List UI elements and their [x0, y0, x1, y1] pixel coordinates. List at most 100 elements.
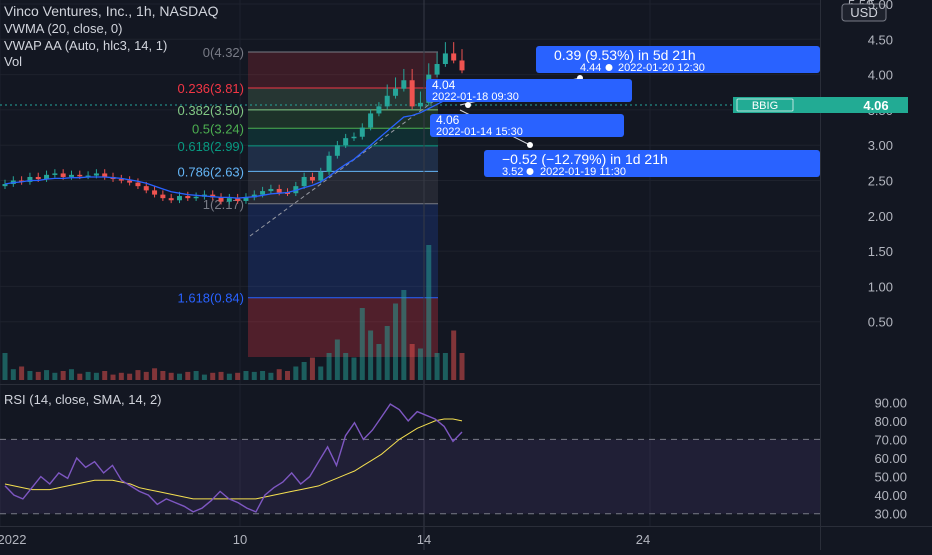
callout-low-label[interactable]: 4.06 2022-01-14 15:30 — [430, 113, 624, 138]
volume-bar — [409, 344, 415, 380]
volume-bar — [127, 373, 133, 380]
fib-level-label: 0.236(3.81) — [178, 81, 245, 96]
volume-bar — [426, 245, 432, 380]
indicator-rsi-label[interactable]: RSI (14, close, SMA, 14, 2) — [4, 392, 162, 407]
volume-bar — [376, 344, 382, 380]
price-tick-label: 4.00 — [868, 68, 893, 83]
volume-bar — [434, 353, 440, 380]
candle-body — [451, 53, 457, 61]
fib-zone — [248, 52, 438, 89]
candle-body — [343, 138, 349, 146]
volume-bar — [276, 369, 282, 380]
measure-down-endpoint[interactable] — [527, 142, 533, 148]
volume-bar — [2, 353, 8, 380]
symbol-tag-price: 4.06 — [863, 98, 888, 113]
candle-body — [52, 173, 58, 175]
candle-body — [301, 176, 307, 187]
fib-level-label: 0.618(2.99) — [178, 139, 245, 154]
measure-down-price: 3.52 — [502, 166, 523, 178]
fib-zone — [248, 88, 438, 110]
volume-bar — [44, 370, 50, 380]
measure-up-change: 0.39 (9.53%) in 5d 21h — [554, 47, 696, 63]
volume-bar — [60, 371, 66, 380]
volume-bar — [243, 371, 249, 380]
time-tick-label: 14 — [417, 532, 431, 547]
candle-body — [35, 176, 41, 180]
volume-bar — [393, 303, 399, 380]
volume-bar — [459, 353, 465, 380]
fib-zone — [248, 128, 438, 146]
candle-body — [393, 88, 399, 96]
rsi-axis-ticks: 90.00 80.00 70.00 60.00 50.00 40.00 30.00 — [874, 395, 907, 521]
chart-container[interactable]: 0(4.32) 0.236(3.81) 0.382(3.50) 0.5(3.24) 0.… — [0, 0, 932, 550]
volume-bar — [176, 373, 182, 380]
clock-icon — [605, 64, 613, 71]
indicator-volume-label[interactable]: Vol — [4, 54, 22, 69]
candle-body — [459, 60, 465, 71]
indicator-vwap-label[interactable]: VWAP AA (Auto, hlc3, 14, 1) — [4, 38, 167, 53]
measure-up-price: 4.44 — [580, 62, 601, 74]
candle-body — [309, 176, 315, 181]
volume-bar — [143, 371, 149, 380]
chart-canvas[interactable]: 0(4.32)0.236(3.81)0.382(3.50)0.5(3.24)0.… — [0, 0, 932, 550]
volume-bar — [27, 371, 33, 380]
candle-body — [226, 198, 232, 202]
volume-bar — [285, 371, 291, 380]
rsi-tick-label: 50.00 — [874, 470, 907, 485]
rsi-tick-label: 90.00 — [874, 395, 907, 410]
candle-body — [193, 196, 199, 199]
callout-low-date: 2022-01-14 15:30 — [436, 126, 523, 138]
volume-bar — [160, 371, 166, 380]
volume-bar — [351, 357, 357, 380]
candle-body — [77, 174, 83, 177]
volume-bar — [368, 330, 374, 380]
volume-bar — [417, 348, 423, 380]
volume-bar — [301, 362, 307, 380]
candle-body — [152, 190, 158, 195]
candle-body — [401, 80, 407, 89]
rsi-band — [0, 439, 820, 514]
price-tick-label: 2.00 — [868, 209, 893, 224]
volume-bar — [93, 372, 99, 380]
callout-high-price: 4.04 — [432, 78, 456, 92]
fib-level-label: 0.786(2.63) — [178, 164, 245, 179]
time-tick-label: 24 — [636, 532, 650, 547]
candle-body — [351, 136, 357, 139]
volume-bar — [10, 369, 16, 380]
volume-bar — [77, 373, 83, 380]
candle-body — [276, 188, 282, 193]
chart-title: Vinco Ventures, Inc., 1h, NASDAQ — [4, 3, 219, 19]
price-tick-label: 4.50 — [868, 32, 893, 47]
candle-body — [68, 174, 74, 177]
rsi-tick-label: 30.00 — [874, 507, 907, 522]
candle-body — [434, 64, 440, 75]
volume-bar — [326, 353, 332, 380]
rsi-tick-label: 70.00 — [874, 432, 907, 447]
candle-body — [143, 186, 149, 191]
candle-body — [334, 145, 340, 156]
volume-bar — [318, 366, 324, 380]
candle-body — [60, 173, 66, 177]
time-tick-label: 2022 — [0, 532, 26, 547]
candle-body — [185, 196, 191, 199]
price-tick-label: 3.00 — [868, 138, 893, 153]
volume-bar — [235, 372, 241, 380]
volume-bar — [359, 308, 365, 380]
clock-icon — [526, 168, 534, 175]
volume-bar — [102, 371, 108, 380]
price-tick-label: 1.00 — [868, 279, 893, 294]
price-tick-label: 2.50 — [868, 174, 893, 189]
indicator-vwma-label[interactable]: VWMA (20, close, 0) — [4, 21, 122, 36]
callout-high-label[interactable]: 4.04 2022-01-18 09:30 — [426, 78, 632, 103]
candle-body — [368, 113, 374, 128]
volume-bar — [118, 372, 124, 380]
rsi-tick-label: 80.00 — [874, 414, 907, 429]
volume-bar — [185, 371, 191, 380]
volume-bar — [260, 371, 266, 380]
measure-down-label[interactable]: −0.52 (−12.79%) in 1d 21h 3.52 2022-01-1… — [484, 150, 820, 178]
rsi-tick-label: 60.00 — [874, 451, 907, 466]
measure-up-label[interactable]: 0.39 (9.53%) in 5d 21h 4.44 2022-01-20 1… — [536, 46, 820, 74]
price-tick-label: 0.50 — [868, 315, 893, 330]
volume-bar — [193, 371, 199, 380]
volume-bar — [251, 371, 257, 380]
